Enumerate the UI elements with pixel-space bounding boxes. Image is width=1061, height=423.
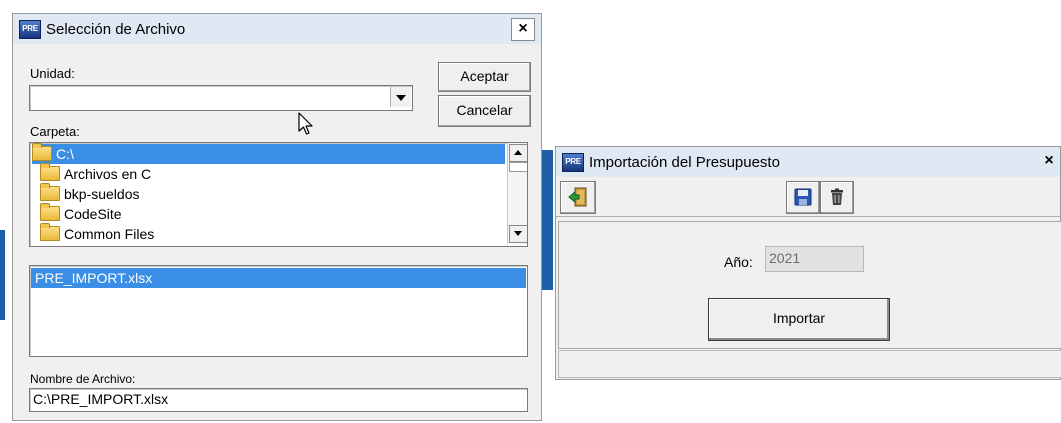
import-window-titlebar: PRE Importación del Presupuesto × [556, 147, 1060, 177]
folder-item-label: bkp-sueldos [64, 186, 140, 202]
folder-item-label: CodeSite [64, 206, 122, 222]
cancel-button-label: Cancelar [456, 102, 513, 118]
folder-item-root[interactable]: C:\ [32, 143, 505, 164]
exit-button[interactable] [560, 181, 596, 214]
floppy-disk-icon [794, 188, 812, 206]
accept-button[interactable]: Aceptar [438, 62, 531, 92]
folder-item-codesite[interactable]: CodeSite [40, 203, 122, 224]
pre-app-icon: PRE [562, 152, 584, 172]
folder-item-label: Archivos en C [64, 166, 152, 182]
folder-item-common-files[interactable]: Common Files [40, 223, 155, 244]
open-folder-icon [32, 143, 52, 161]
file-dialog-close-button[interactable]: × [511, 18, 535, 41]
filename-label: Nombre de Archivo: [30, 372, 136, 386]
background-window-edge-left [0, 230, 5, 320]
year-label: Año: [724, 254, 753, 270]
scroll-down-button[interactable] [509, 225, 527, 243]
import-window-title: Importación del Presupuesto [589, 153, 780, 171]
folder-item-bkp-sueldos[interactable]: bkp-sueldos [40, 183, 140, 204]
file-list[interactable]: PRE_IMPORT.xlsx [29, 265, 528, 357]
status-bar [558, 350, 1061, 378]
filename-input[interactable]: C:\PRE_IMPORT.xlsx [29, 388, 528, 412]
import-button[interactable]: Importar [708, 298, 890, 341]
folder-list[interactable]: C:\ Archivos en C bkp-sueldos CodeSite C… [29, 142, 528, 247]
file-item[interactable]: PRE_IMPORT.xlsx [31, 268, 526, 288]
folder-item-label: Common Files [64, 226, 155, 242]
delete-button[interactable] [820, 181, 854, 214]
folder-icon [40, 203, 60, 221]
chevron-down-icon [396, 95, 406, 101]
folder-item-archivos-en-c[interactable]: Archivos en C [40, 163, 152, 184]
file-dialog-title: Selección de Archivo [46, 20, 186, 38]
import-budget-window: PRE Importación del Presupuesto × Año: 2… [555, 146, 1061, 380]
folder-icon [40, 163, 60, 181]
file-dialog-titlebar: PRE Selección de Archivo × [13, 14, 541, 44]
scroll-thumb[interactable] [509, 162, 527, 172]
save-button[interactable] [786, 181, 820, 214]
folder-icon [40, 223, 60, 241]
folder-icon [40, 183, 60, 201]
exit-door-icon [568, 187, 587, 207]
folder-list-scrollbar[interactable] [507, 143, 527, 244]
accept-button-label: Aceptar [460, 68, 509, 84]
trash-icon [831, 188, 843, 205]
cancel-button[interactable]: Cancelar [438, 95, 531, 127]
year-input[interactable]: 2021 [765, 246, 864, 272]
import-toolbar [556, 178, 1060, 217]
chevron-up-icon [514, 150, 522, 155]
filename-input-value: C:\PRE_IMPORT.xlsx [33, 391, 169, 407]
chevron-down-icon [514, 231, 522, 236]
folder-item-label: C:\ [56, 146, 74, 162]
import-button-label: Importar [772, 310, 826, 326]
folder-label: Carpeta: [30, 124, 80, 139]
mouse-cursor-icon [298, 112, 313, 135]
import-window-close-button[interactable]: × [1038, 151, 1060, 172]
drive-label: Unidad: [30, 66, 75, 81]
drive-dropdown-button[interactable] [390, 87, 411, 107]
scroll-up-button[interactable] [509, 144, 527, 162]
pre-app-icon: PRE [19, 19, 41, 39]
year-input-value: 2021 [769, 250, 801, 266]
file-item-label: PRE_IMPORT.xlsx [35, 270, 153, 286]
import-content-panel: Año: 2021 Importar [558, 221, 1061, 349]
file-selection-dialog: PRE Selección de Archivo × Unidad: Acept… [12, 13, 542, 421]
drive-select[interactable] [29, 85, 413, 111]
